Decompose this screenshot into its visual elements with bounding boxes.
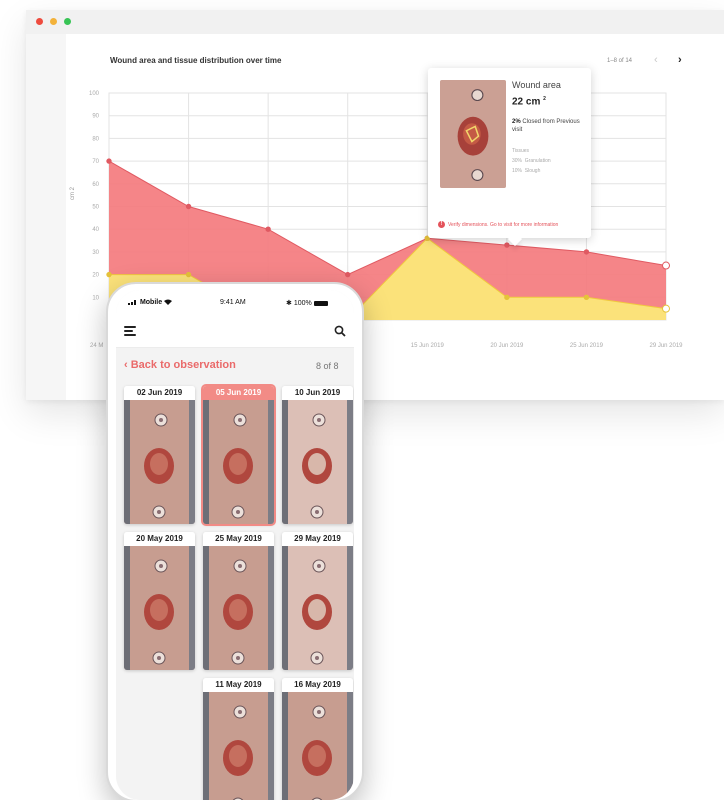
photo-card[interactable]: 20 May 2019 — [124, 532, 195, 670]
x-tick-label: 15 Jun 2019 — [411, 343, 445, 349]
tooltip-tissue-row: 10% Slough — [512, 168, 541, 174]
battery-icon — [313, 300, 328, 306]
photo-card-date: 29 May 2019 — [282, 532, 353, 546]
wound-photo — [124, 546, 195, 670]
search-icon[interactable] — [334, 325, 346, 337]
tooltip-closed: 2% Closed from Previous visit — [512, 119, 580, 133]
bluetooth-icon: ✱ — [286, 300, 292, 307]
data-point-wound — [583, 249, 590, 255]
app-bar — [116, 314, 354, 348]
tooltip-value: 22 cm 2 — [512, 96, 546, 108]
wound-photo — [282, 400, 353, 524]
chart-tooltip: Wound area 22 cm 2 2% Closed from Previo… — [428, 68, 591, 238]
photo-card-date: 05 Jun 2019 — [203, 386, 274, 400]
data-point-tissue — [504, 294, 510, 300]
wound-photo — [203, 400, 274, 524]
photo-card[interactable]: 05 Jun 2019 — [203, 386, 274, 524]
photo-card-date: 10 Jun 2019 — [282, 386, 353, 400]
tooltip-warning[interactable]: ! Verify dimensions. Go to visit for more… — [438, 221, 558, 228]
photo-card-date: 20 May 2019 — [124, 532, 195, 546]
tooltip-tissues-header: Tissues — [512, 148, 530, 154]
y-tick-label: 90 — [92, 114, 99, 120]
data-point-tissue — [583, 294, 590, 300]
data-point-wound — [504, 242, 510, 248]
wound-photo — [124, 400, 195, 524]
y-tick-label: 30 — [92, 250, 99, 256]
photo-card[interactable]: 11 May 2019 — [203, 678, 274, 800]
phone-mockup: Mobile 9:41 AM ✱ 100% ‹ Back to observat… — [106, 282, 364, 800]
tooltip-wound-photo — [440, 80, 506, 188]
data-point-tissue — [185, 271, 192, 278]
y-tick-label: 80 — [92, 136, 99, 142]
data-point-tissue — [106, 271, 112, 278]
wound-photo — [282, 546, 353, 670]
status-time: 9:41 AM — [220, 299, 246, 306]
wound-photo — [203, 692, 274, 800]
tooltip-title: Wound area — [512, 80, 561, 90]
y-tick-label: 40 — [92, 227, 99, 233]
photo-card-date: 25 May 2019 — [203, 532, 274, 546]
data-point-wound — [106, 158, 112, 164]
x-tick-label: 24 M — [90, 343, 103, 349]
back-row: ‹ Back to observation 8 of 8 — [116, 348, 354, 384]
x-tick-label: 20 Jun 2019 — [490, 343, 524, 349]
status-carrier: Mobile — [128, 299, 173, 306]
data-point-tissue — [662, 304, 670, 313]
y-tick-label: 10 — [92, 295, 99, 301]
y-tick-label: 70 — [92, 159, 99, 165]
y-tick-label: 50 — [92, 205, 99, 211]
data-point-wound — [265, 226, 271, 232]
data-point-wound — [345, 271, 351, 278]
chevron-left-icon: ‹ — [124, 359, 128, 371]
phone-screen: Mobile 9:41 AM ✱ 100% ‹ Back to observat… — [116, 290, 354, 800]
wifi-icon — [164, 299, 173, 306]
menu-icon[interactable] — [124, 326, 136, 336]
photo-card-date: 11 May 2019 — [203, 678, 274, 692]
y-tick-label: 60 — [92, 182, 99, 188]
photo-card[interactable]: 25 May 2019 — [203, 532, 274, 670]
x-tick-label: 25 Jun 2019 — [570, 343, 604, 349]
photo-count: 8 of 8 — [316, 361, 339, 371]
x-tick-label: 29 Jun 2019 — [649, 343, 683, 349]
data-point-wound — [662, 261, 670, 270]
photo-card[interactable]: 10 Jun 2019 — [282, 386, 353, 524]
photo-card-date: 16 May 2019 — [282, 678, 353, 692]
data-point-wound — [185, 203, 192, 210]
status-bar: Mobile 9:41 AM ✱ 100% — [116, 290, 354, 314]
back-to-observation-link[interactable]: ‹ Back to observation — [124, 359, 236, 371]
wound-photo — [282, 692, 353, 800]
wound-photo — [203, 546, 274, 670]
tooltip-tissue-row: 30% Granulation — [512, 158, 551, 164]
photo-card[interactable]: 29 May 2019 — [282, 532, 353, 670]
status-battery: ✱ 100% — [286, 299, 328, 307]
warning-icon: ! — [438, 221, 445, 228]
photo-card-date: 02 Jun 2019 — [124, 386, 195, 400]
y-tick-label: 20 — [92, 273, 99, 279]
y-tick-label: 100 — [89, 91, 100, 97]
stage: Wound area and tissue distribution over … — [0, 0, 724, 800]
signal-icon — [128, 300, 136, 306]
photo-card[interactable]: 02 Jun 2019 — [124, 386, 195, 524]
photo-card[interactable]: 16 May 2019 — [282, 678, 353, 800]
